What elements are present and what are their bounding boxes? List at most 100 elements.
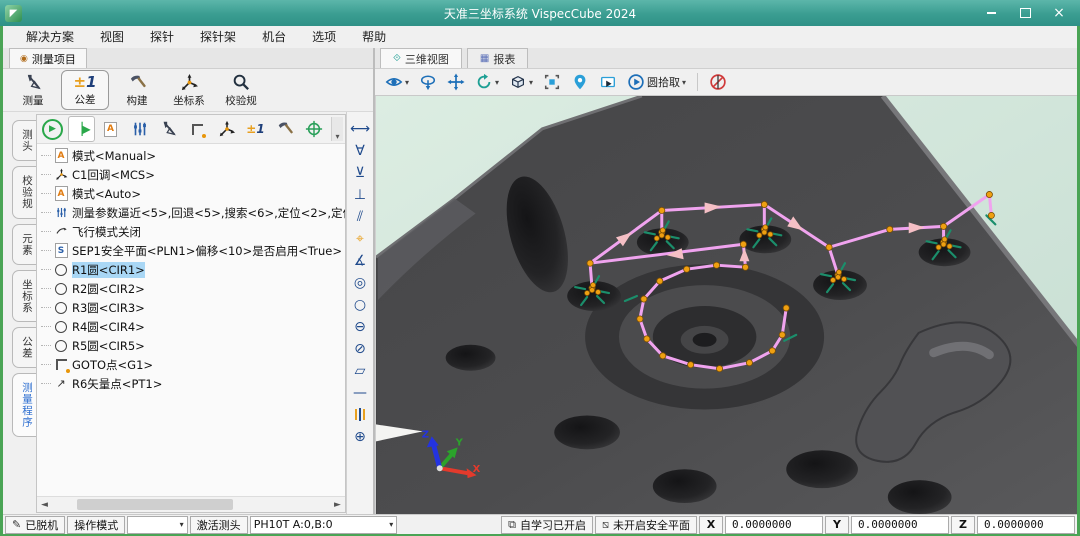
run-button[interactable]: ▶ xyxy=(39,116,66,142)
view-cube-button[interactable]: ▾ xyxy=(507,71,535,93)
menu-probe-rack[interactable]: 探针架 xyxy=(187,26,249,48)
coord-y-value: 0.0000000 xyxy=(851,516,949,534)
active-probe-select[interactable]: PH10T A:0,B:0 ▾ xyxy=(250,516,398,534)
minimize-button[interactable] xyxy=(976,4,1006,22)
construct-button[interactable] xyxy=(271,116,298,142)
orbit-rotate-button[interactable] xyxy=(417,71,439,93)
tree-item-r1-circle[interactable]: R1圆<CIR1> xyxy=(37,260,345,279)
perpendicularity-icon[interactable]: ⊥ xyxy=(349,184,371,205)
rotate-view-button[interactable]: ▾ xyxy=(473,71,501,93)
tree-item-safety-plane[interactable]: SSEP1安全平面<PLN1>偏移<10>是否启用<True> xyxy=(37,241,345,260)
side-tab-tolerance[interactable]: 公差 xyxy=(12,327,36,368)
side-tab-probe[interactable]: 测头 xyxy=(12,120,36,161)
ribbon-measure-button[interactable]: 测量 xyxy=(9,70,57,110)
runout-icon[interactable]: ∀ xyxy=(349,140,371,161)
menu-probe[interactable]: 探针 xyxy=(137,26,187,48)
tree-item-goto-point[interactable]: GOTO点<G1> xyxy=(37,355,345,374)
cylindricity-icon[interactable]: ⊘ xyxy=(349,338,371,359)
menu-options[interactable]: 选项 xyxy=(299,26,349,48)
scrollbar-thumb[interactable] xyxy=(77,499,233,510)
viewport-3d[interactable]: Z Y X xyxy=(375,96,1077,515)
coordinate-system-button[interactable] xyxy=(213,116,240,142)
probe-disabled-button[interactable] xyxy=(707,71,729,93)
ribbon-check-gauge-button[interactable]: 校验规 xyxy=(217,70,265,110)
ribbon-coordinate-system-button[interactable]: 坐标系 xyxy=(165,70,213,110)
program-tree-list: A模式<Manual> C1回调<MCS> A模式<Auto> 测量参数逼近<5… xyxy=(37,144,345,496)
menu-view[interactable]: 视图 xyxy=(87,26,137,48)
locate-pin-button[interactable] xyxy=(569,71,591,93)
tree-item-mode-manual[interactable]: A模式<Manual> xyxy=(37,146,345,165)
circle-feature-icon xyxy=(55,340,67,352)
tolerance-button[interactable]: ±1 xyxy=(242,116,269,142)
menu-machine[interactable]: 机台 xyxy=(249,26,299,48)
side-tab-elements[interactable]: 元素 xyxy=(12,224,36,265)
self-learning-icon: ⧉ xyxy=(508,518,516,532)
step-run-button[interactable]: ▕▶ xyxy=(68,116,95,142)
toolbar-overflow-button[interactable]: ▾ xyxy=(331,117,343,141)
angle-icon[interactable]: ⊻ xyxy=(349,162,371,183)
zoom-fit-button[interactable] xyxy=(541,71,563,93)
menu-solution[interactable]: 解决方案 xyxy=(13,26,87,48)
view-cube-icon xyxy=(509,73,527,91)
probe-disabled-icon xyxy=(709,73,727,91)
mode-doc-icon: A xyxy=(55,148,68,163)
circularity-icon[interactable]: ○ xyxy=(349,294,371,315)
tab-measurement-project[interactable]: ◉ 测量项目 xyxy=(9,48,87,68)
goto-point-button[interactable] xyxy=(184,116,211,142)
axis-target-button[interactable] xyxy=(300,116,327,142)
circle-pick-button[interactable]: 圆拾取 ▾ xyxy=(625,71,688,93)
circular-runout-icon[interactable]: ⊖ xyxy=(349,316,371,337)
scrollbar-track[interactable] xyxy=(52,497,330,512)
tree-item-measure-params[interactable]: 测量参数逼近<5>,回退<5>,搜索<6>,定位<2>,定位加<2>,测量 xyxy=(37,203,345,222)
symmetry-icon[interactable] xyxy=(349,404,371,425)
tab-3d-view[interactable]: ⟐ 三维视图 xyxy=(380,48,462,68)
tab-report[interactable]: ▦ 报表 xyxy=(467,48,528,68)
measure-button[interactable] xyxy=(155,116,182,142)
side-tab-measurement-program[interactable]: 测量程序 xyxy=(12,373,36,437)
mode-button[interactable]: A xyxy=(97,116,124,142)
scroll-left-button[interactable]: ◄ xyxy=(37,497,52,512)
safety-plane-off-icon: ⧅ xyxy=(602,518,609,532)
tree-item-r3-circle[interactable]: R3圆<CIR3> xyxy=(37,298,345,317)
distance-icon[interactable]: ⟷ xyxy=(349,118,371,139)
ribbon-construct-button[interactable]: 构建 xyxy=(113,70,161,110)
tree-item-r5-circle[interactable]: R5圆<CIR5> xyxy=(37,336,345,355)
construct-hammer-icon xyxy=(128,73,147,92)
maximize-button[interactable] xyxy=(1010,4,1040,22)
side-tab-coordinate-system[interactable]: 坐标系 xyxy=(12,270,36,323)
concentricity-icon[interactable]: ◎ xyxy=(349,272,371,293)
coordinate-axes-icon xyxy=(180,73,199,92)
view-3d-icon: ⟐ xyxy=(393,53,401,64)
true-position-icon[interactable]: ⊕ xyxy=(349,426,371,447)
run-icon: ▶ xyxy=(42,119,63,140)
chevron-down-icon: ▾ xyxy=(495,78,499,87)
measurement-program-tree: ▶ ▕▶ A ±1 ▾ A模式<Manual> C1回调<MCS> A模式<Au… xyxy=(36,114,346,513)
tree-item-mode-auto[interactable]: A模式<Auto> xyxy=(37,184,345,203)
toolbar-separator xyxy=(697,73,698,91)
tree-item-fly-mode[interactable]: 飞行模式关闭 xyxy=(37,222,345,241)
view-eye-button[interactable]: ▾ xyxy=(383,71,411,93)
tree-item-r6-vector-point[interactable]: ↗R6矢量点<PT1> xyxy=(37,374,345,393)
window-title: 天准三坐标系统 VispecCube 2024 xyxy=(0,5,1080,22)
tree-item-r4-circle[interactable]: R4圆<CIR4> xyxy=(37,317,345,336)
circle-feature-icon xyxy=(55,283,67,295)
operation-mode-select[interactable]: ▾ xyxy=(127,516,187,534)
straightness-icon[interactable]: — xyxy=(349,382,371,403)
tree-item-r2-circle[interactable]: R2圆<CIR2> xyxy=(37,279,345,298)
angularity-icon[interactable]: ∡ xyxy=(349,250,371,271)
side-tab-check-gauge[interactable]: 校验规 xyxy=(12,166,36,219)
view-panel-button[interactable] xyxy=(597,71,619,93)
ribbon-tolerance-button[interactable]: ±1 公差 xyxy=(61,70,109,110)
menu-help[interactable]: 帮助 xyxy=(349,26,399,48)
axis-z-label: Z xyxy=(422,429,429,440)
viewport-3d-scene[interactable]: Z Y X xyxy=(376,96,1077,515)
close-button[interactable]: × xyxy=(1044,4,1074,22)
tree-item-c1-recall[interactable]: C1回调<MCS> xyxy=(37,165,345,184)
view-tab-row: ⟐ 三维视图 ▦ 报表 xyxy=(375,48,1077,69)
parallelism-icon[interactable]: ⫽ xyxy=(349,206,371,227)
position-icon[interactable]: ⌖ xyxy=(349,228,371,249)
pan-move-button[interactable] xyxy=(445,71,467,93)
measure-params-button[interactable] xyxy=(126,116,153,142)
scroll-right-button[interactable]: ► xyxy=(330,497,345,512)
flatness-icon[interactable]: ▱ xyxy=(349,360,371,381)
